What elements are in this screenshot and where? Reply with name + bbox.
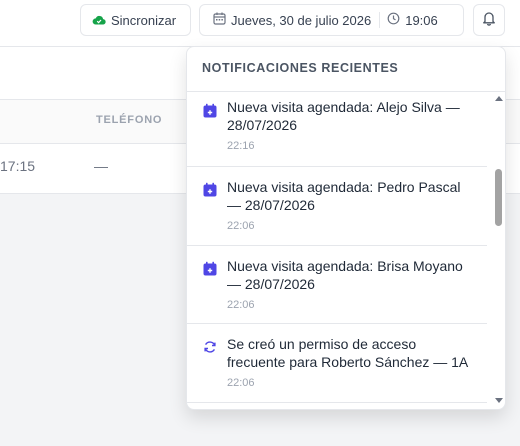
refresh-icon bbox=[202, 339, 218, 355]
notification-time: 22:06 bbox=[227, 299, 255, 311]
scrollbar-thumb[interactable] bbox=[495, 169, 502, 226]
notifications-panel: NOTIFICACIONES RECIENTES Nueva visita ag… bbox=[186, 46, 506, 410]
notification-item[interactable]: Nueva visita agendada: Brisa Moyano — 28… bbox=[187, 246, 487, 324]
notification-item[interactable]: Se creó un permiso de acceso frecuente p… bbox=[187, 324, 487, 403]
sync-label: Sincronizar bbox=[111, 12, 177, 28]
date-label: Jueves, 30 de julio 2026 bbox=[231, 12, 372, 28]
calendar-icon bbox=[213, 12, 226, 28]
column-header-telefono: TELÉFONO bbox=[96, 114, 163, 126]
scroll-up-arrow[interactable] bbox=[495, 96, 503, 101]
calendar-plus-icon bbox=[202, 261, 218, 277]
bell-icon bbox=[482, 10, 496, 31]
notification-item[interactable]: Nueva visita agendada: Alejo Silva — 28/… bbox=[187, 92, 487, 167]
calendar-plus-icon bbox=[202, 103, 218, 119]
time-label: 19:06 bbox=[405, 12, 438, 28]
notifications-title: NOTIFICACIONES RECIENTES bbox=[202, 61, 399, 75]
sync-button[interactable]: Sincronizar bbox=[80, 4, 191, 36]
table-cell-time: 17:15 bbox=[0, 158, 36, 174]
top-bar: Sincronizar Jueves, 30 de julio 2026 19:… bbox=[0, 0, 520, 47]
notification-time: 22:16 bbox=[227, 140, 255, 152]
calendar-plus-icon bbox=[202, 182, 218, 198]
scroll-down-arrow[interactable] bbox=[495, 398, 503, 403]
notification-text: Nueva visita agendada: Pedro Pascal — 28… bbox=[227, 179, 461, 213]
notifications-button[interactable] bbox=[473, 4, 505, 36]
notifications-list: Nueva visita agendada: Alejo Silva — 28/… bbox=[187, 92, 487, 409]
time-display: 19:06 bbox=[380, 12, 438, 28]
clock-icon bbox=[387, 12, 400, 28]
notification-text: Nueva visita agendada: Brisa Moyano — 28… bbox=[227, 258, 463, 292]
notification-item[interactable]: Nueva visita agendada: Pedro Pascal — 28… bbox=[187, 167, 487, 246]
notification-text: Se creó un permiso de acceso frecuente p… bbox=[227, 336, 469, 370]
notification-time: 22:06 bbox=[227, 377, 255, 389]
table-cell-telefono: — bbox=[94, 158, 108, 174]
date-display: Jueves, 30 de julio 2026 bbox=[200, 12, 379, 28]
date-time-display: Jueves, 30 de julio 2026 19:06 bbox=[199, 4, 464, 36]
cloud-sync-icon bbox=[92, 14, 106, 26]
notification-text: Nueva visita agendada: Alejo Silva — 28/… bbox=[227, 99, 460, 133]
notification-time: 22:06 bbox=[227, 220, 255, 232]
